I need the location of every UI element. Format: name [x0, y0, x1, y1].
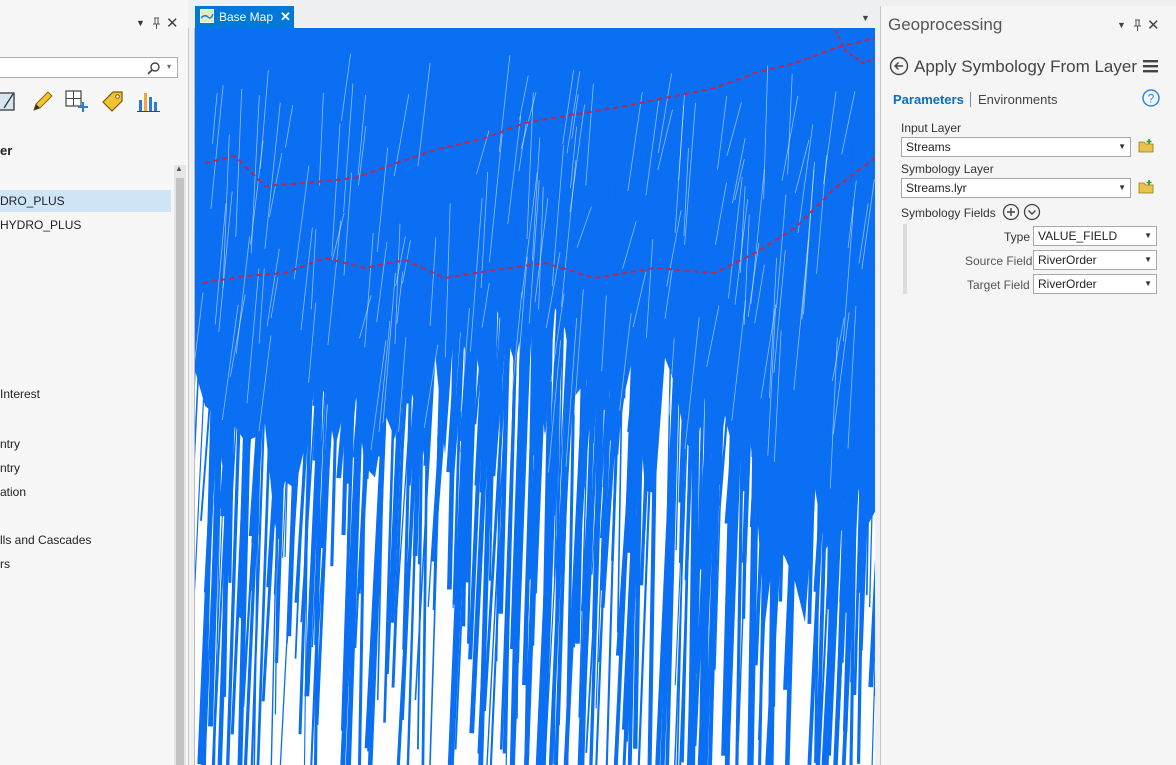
- combobox-value: RiverOrder: [1038, 277, 1097, 291]
- type-label: Type: [1004, 230, 1031, 244]
- combobox-value: VALUE_FIELD: [1038, 229, 1118, 243]
- map-canvas[interactable]: [194, 28, 875, 765]
- hamburger-menu-icon[interactable]: [1143, 58, 1159, 74]
- filter-polygon-icon[interactable]: [0, 88, 26, 114]
- chart-icon[interactable]: [136, 88, 162, 114]
- tree-item-label: ntry: [0, 461, 21, 475]
- browse-folder-icon[interactable]: [1138, 179, 1154, 195]
- dropdown-arrow-icon[interactable]: ▼: [1118, 138, 1126, 156]
- tree-item-label: DRO_PLUS: [0, 194, 65, 208]
- edit-pencil-icon[interactable]: [30, 88, 56, 114]
- pin-icon[interactable]: [150, 16, 162, 30]
- contents-pane: ▼ ✕ ▾ er DRO_PLUS HYDRO_PLUS Interest nt…: [0, 0, 189, 765]
- type-combobox[interactable]: VALUE_FIELD ▼: [1033, 226, 1157, 246]
- dropdown-arrow-icon[interactable]: ▼: [1144, 227, 1152, 245]
- contents-heading: er: [0, 143, 13, 158]
- search-icon[interactable]: [147, 61, 161, 75]
- tree-item[interactable]: lls and Cascades: [0, 529, 91, 551]
- combobox-value: RiverOrder: [1038, 253, 1097, 267]
- label-tag-icon[interactable]: [100, 88, 126, 114]
- browse-folder-icon[interactable]: [1138, 138, 1154, 154]
- tab-list-chevron-icon[interactable]: ▼: [861, 13, 870, 23]
- tab-label: Base Map: [219, 10, 274, 24]
- tree-item[interactable]: ntry: [0, 457, 20, 479]
- tree-item-selected[interactable]: DRO_PLUS: [0, 190, 171, 212]
- search-input[interactable]: ▾: [0, 57, 178, 78]
- tree-item-label: ntry: [0, 437, 21, 451]
- tree-item-label: lls and Cascades: [0, 533, 92, 547]
- close-icon[interactable]: ✕: [1147, 16, 1160, 34]
- dropdown-arrow-icon[interactable]: ▼: [1144, 275, 1152, 293]
- target-field-combobox[interactable]: RiverOrder ▼: [1033, 274, 1157, 294]
- dropdown-arrow-icon[interactable]: ▼: [1144, 251, 1152, 269]
- combobox-value: Streams.lyr: [906, 181, 967, 195]
- input-layer-combobox[interactable]: Streams ▼: [901, 137, 1131, 157]
- input-layer-label: Input Layer: [901, 121, 962, 135]
- pin-icon[interactable]: [1131, 18, 1143, 32]
- streams-map: [195, 28, 875, 765]
- tool-title: Apply Symbology From Layer: [914, 57, 1137, 76]
- close-tab-icon[interactable]: ✕: [280, 9, 291, 25]
- group-indent-bar: [903, 224, 907, 294]
- scroll-up-arrow-icon[interactable]: ▲: [175, 164, 183, 173]
- tree-item-label: HYDRO_PLUS: [0, 218, 82, 232]
- tab-base-map[interactable]: Base Map ✕: [195, 6, 294, 28]
- symbology-layer-combobox[interactable]: Streams.lyr ▼: [901, 178, 1131, 198]
- symbology-fields-label: Symbology Fields: [901, 206, 996, 220]
- close-icon[interactable]: ✕: [166, 14, 179, 32]
- streams-layer: [195, 28, 875, 765]
- tab-parameters[interactable]: Parameters: [893, 92, 964, 107]
- add-row-icon[interactable]: [1002, 203, 1020, 221]
- pane-menu-chevron-icon[interactable]: ▼: [1117, 20, 1126, 30]
- help-icon[interactable]: ?: [1142, 89, 1160, 107]
- source-field-combobox[interactable]: RiverOrder ▼: [1033, 250, 1157, 270]
- svg-text:?: ?: [1148, 92, 1155, 106]
- target-field-label: Target Field: [967, 278, 1030, 292]
- geoprocessing-pane: Geoprocessing ▼ ✕ Apply Symbology From L…: [880, 6, 1176, 765]
- tree-item[interactable]: rs: [0, 553, 10, 575]
- add-table-icon[interactable]: [64, 88, 90, 114]
- tree-item[interactable]: Interest: [0, 383, 40, 405]
- tree-item-label: ation: [0, 485, 27, 499]
- source-field-label: Source Field: [965, 254, 1033, 268]
- combobox-value: Streams: [906, 140, 951, 154]
- tree-item[interactable]: HYDRO_PLUS: [0, 214, 81, 236]
- back-arrow-icon[interactable]: [889, 56, 909, 76]
- scrollbar-thumb[interactable]: [176, 178, 184, 765]
- tab-environments[interactable]: Environments: [978, 92, 1057, 107]
- tree-item[interactable]: ation: [0, 481, 26, 503]
- pane-menu-chevron-icon[interactable]: ▼: [136, 18, 145, 28]
- map-icon: [200, 9, 214, 23]
- symbology-layer-label: Symbology Layer: [901, 162, 994, 176]
- tree-item-label: rs: [0, 557, 10, 571]
- tab-divider: [970, 92, 971, 107]
- tree-item[interactable]: ntry: [0, 433, 20, 455]
- dropdown-arrow-icon[interactable]: ▼: [1118, 179, 1126, 197]
- pane-title: Geoprocessing: [888, 15, 1003, 34]
- tree-item-label: Interest: [0, 387, 41, 401]
- search-options-chevron-icon[interactable]: ▾: [167, 62, 171, 71]
- collapse-chevron-icon[interactable]: [1023, 203, 1041, 221]
